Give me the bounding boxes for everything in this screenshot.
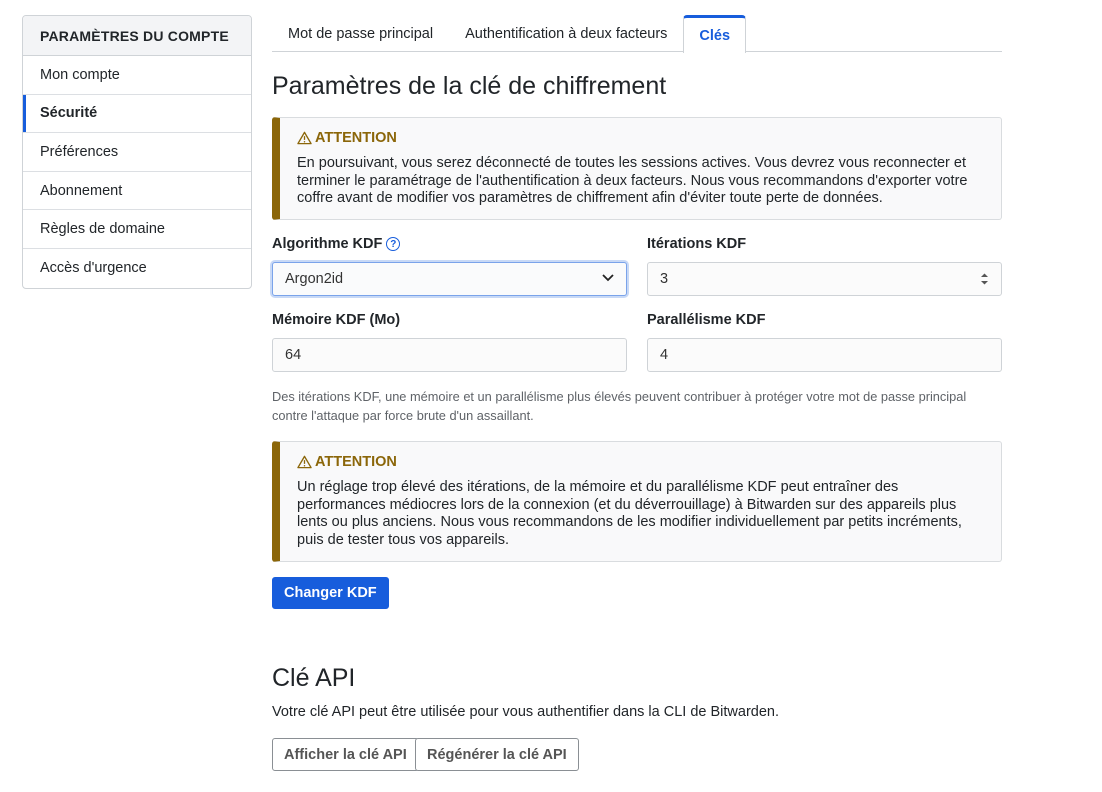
callout-title-text: ATTENTION [315,130,397,146]
stepper-arrows-icon[interactable] [980,272,989,286]
sidebar-item-label: Règles de domaine [40,221,165,238]
sidebar-item-preferences[interactable]: Préférences [23,133,251,172]
sidebar-header: PARAMÈTRES DU COMPTE [23,16,251,56]
api-key-title: Clé API [272,664,356,692]
kdf-help-text: Des itérations KDF, une mémoire et un pa… [272,389,967,423]
kdf-iterations-label: Itérations KDF [647,236,747,252]
kdf-parallelism-value: 4 [660,347,669,363]
question-circle-icon[interactable]: ? [386,237,401,251]
kdf-iterations-value: 3 [660,271,669,287]
callout-title: ATTENTION [297,454,983,470]
callout-title: ATTENTION [297,130,983,146]
kdf-algorithm-value: Argon2id [285,271,344,287]
callout-title-text: ATTENTION [315,454,397,470]
sidebar-item-label: Accès d'urgence [40,260,147,277]
sidebar-item-security[interactable]: Sécurité [23,94,251,134]
logout-warning-callout: ATTENTION En poursuivant, vous serez déc… [272,117,1002,220]
account-settings-sidebar: PARAMÈTRES DU COMPTE Mon compte Sécurité… [22,15,252,289]
tab-master-password[interactable]: Mot de passe principal [272,15,449,51]
sidebar-item-label: Sécurité [40,105,98,122]
sidebar-item-emergency-access[interactable]: Accès d'urgence [23,249,251,288]
chevron-down-icon [602,273,614,285]
sidebar-item-label: Abonnement [40,182,123,199]
performance-warning-callout: ATTENTION Un réglage trop élevé des itér… [272,441,1002,562]
api-key-description: Votre clé API peut être utilisée pour vo… [272,704,779,720]
callout-body: Un réglage trop élevé des itérations, de… [297,479,962,548]
security-tabs: Mot de passe principal Authentification … [272,15,1002,53]
kdf-parallelism-label: Parallélisme KDF [647,312,766,328]
kdf-memory-input[interactable]: 64 [272,338,627,372]
kdf-memory-value: 64 [285,347,302,363]
sidebar-item-label: Mon compte [40,66,120,83]
tab-keys[interactable]: Clés [683,15,747,53]
main-content: Mot de passe principal Authentification … [272,15,1002,771]
sidebar-item-my-account[interactable]: Mon compte [23,56,251,95]
kdf-memory-label: Mémoire KDF (Mo) [272,312,401,328]
kdf-iterations-input[interactable]: 3 [647,262,1002,296]
sidebar-item-domain-rules[interactable]: Règles de domaine [23,210,251,249]
change-kdf-button[interactable]: Changer KDF [272,577,389,609]
encryption-settings-title: Paramètres de la clé de chiffrement [272,72,667,100]
regenerate-api-key-button[interactable]: Régénérer la clé API [415,738,579,771]
kdf-algorithm-label-text: Algorithme KDF [272,236,383,252]
view-api-key-button[interactable]: Afficher la clé API [272,738,419,771]
tab-two-factor[interactable]: Authentification à deux facteurs [449,15,683,51]
warning-triangle-icon [297,455,312,469]
kdf-algorithm-select[interactable]: Argon2id [272,262,627,296]
warning-triangle-icon [297,131,312,145]
kdf-algorithm-label: Algorithme KDF ? [272,236,401,252]
sidebar-item-label: Préférences [40,143,119,160]
sidebar-item-subscription[interactable]: Abonnement [23,172,251,211]
kdf-parallelism-input[interactable]: 4 [647,338,1002,372]
callout-body: En poursuivant, vous serez déconnecté de… [297,155,968,207]
